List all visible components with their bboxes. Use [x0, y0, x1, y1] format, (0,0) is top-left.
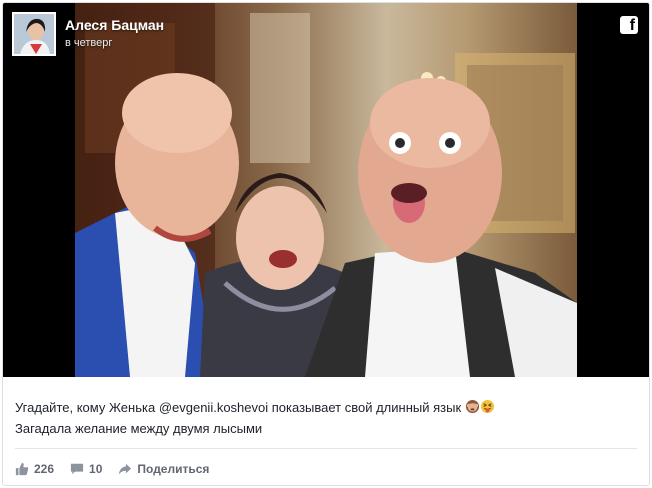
facebook-post-embed: Алеся Бацман в четверг f Угадайте, кому …: [2, 2, 650, 486]
post-caption: Угадайте, кому Женька @evgenii.koshevoi …: [15, 398, 635, 438]
comment-stat[interactable]: 10: [70, 462, 102, 476]
caption-line-1: Угадайте, кому Женька @evgenii.koshevoi …: [15, 398, 635, 419]
caption-line-2: Загадала желание между двумя лысыми: [15, 421, 263, 436]
post-timestamp[interactable]: в четверг: [65, 37, 112, 49]
author-avatar[interactable]: [12, 12, 56, 56]
see-no-evil-monkey-icon: [465, 399, 480, 419]
post-photo[interactable]: Алеся Бацман в четверг f: [3, 3, 649, 377]
thumbs-up-icon: [15, 462, 29, 476]
share-arrow-icon: [119, 463, 132, 475]
comment-bubble-icon: [70, 463, 84, 475]
avatar-portrait-icon: [14, 14, 54, 54]
share-label: Поделиться: [137, 462, 210, 476]
squinting-tongue-face-icon: [480, 399, 495, 419]
post-header: Алеся Бацман в четверг f: [3, 3, 649, 63]
like-stat[interactable]: 226: [15, 462, 54, 476]
share-button[interactable]: Поделиться: [118, 462, 209, 476]
post-footer: 226 10 Поделиться: [15, 459, 225, 479]
author-name[interactable]: Алеся Бацман: [65, 17, 164, 33]
likes-count: 226: [34, 462, 55, 476]
caption-text-before: Угадайте, кому Женька: [15, 400, 159, 415]
comments-count: 10: [89, 462, 103, 476]
caption-mention-link[interactable]: @evgenii.koshevoi: [159, 400, 268, 415]
caption-text-after: показывает свой длинный язык: [268, 400, 465, 415]
footer-divider: [15, 448, 637, 449]
facebook-logo-icon[interactable]: f: [620, 16, 638, 34]
